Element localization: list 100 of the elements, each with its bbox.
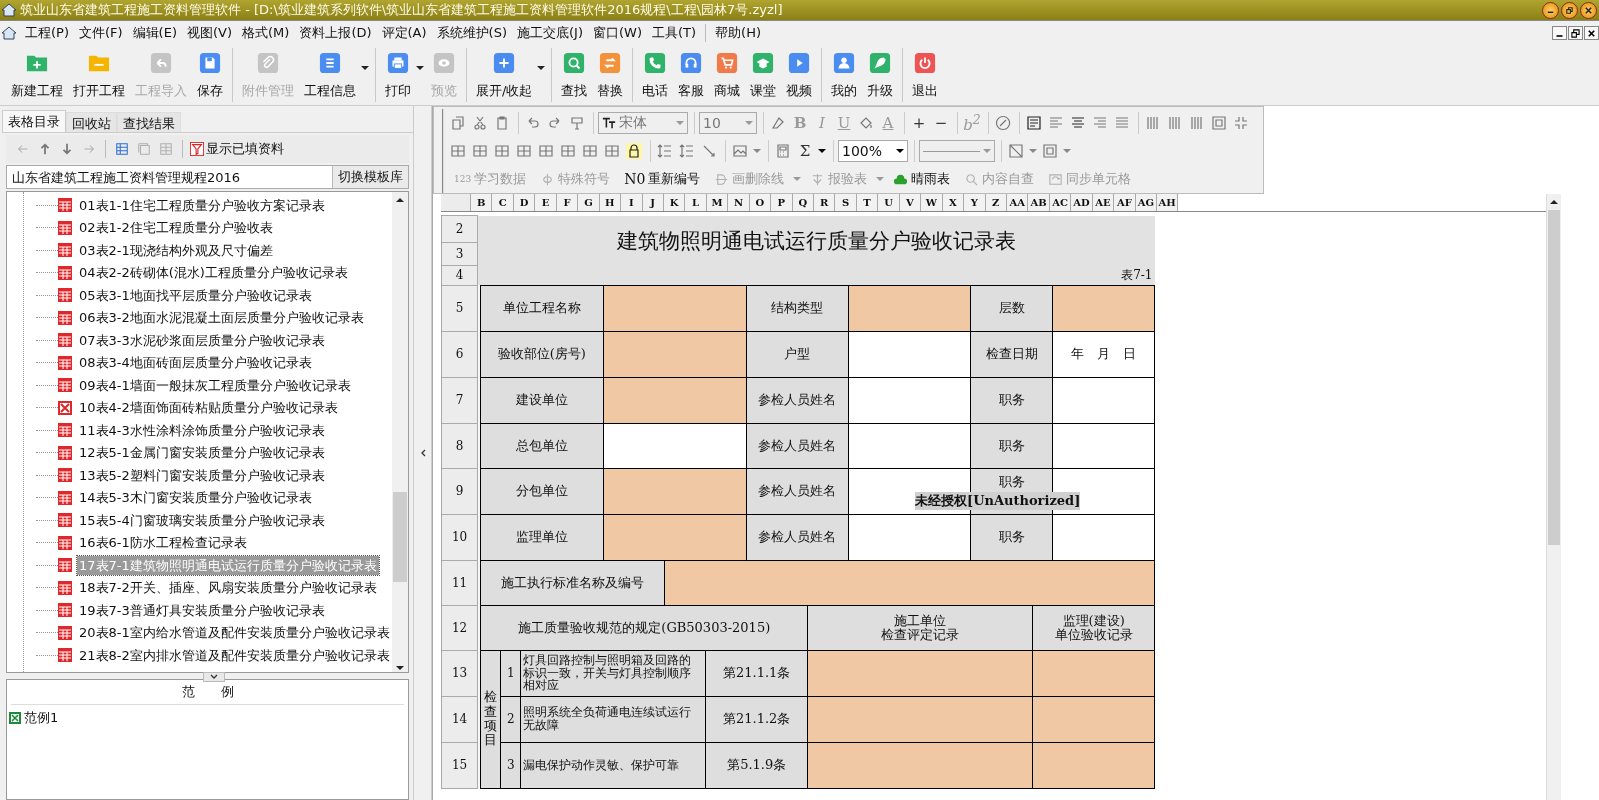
column-header[interactable]: AA xyxy=(1006,194,1029,211)
input-cell[interactable] xyxy=(603,285,747,331)
input-cell[interactable] xyxy=(1032,742,1155,788)
toolbar-button[interactable]: 查找 xyxy=(556,48,593,102)
tree-item[interactable]: 16表6-1防水工程检查记录表 xyxy=(77,533,249,553)
column-header[interactable]: R xyxy=(814,194,836,211)
input-cell[interactable] xyxy=(1052,423,1155,468)
row-header[interactable]: 10 xyxy=(441,514,478,560)
column-header[interactable]: O xyxy=(749,194,772,211)
menu-item[interactable]: 窗口(W) xyxy=(588,23,647,43)
input-cell[interactable] xyxy=(603,331,747,377)
zoom-dropdown[interactable]: 100% xyxy=(838,140,908,162)
column-header[interactable]: I xyxy=(621,194,643,211)
column-header[interactable]: T xyxy=(856,194,879,211)
tree-item[interactable]: 01表1-1住宅工程质量分户验收方案记录表 xyxy=(77,195,327,215)
menu-item[interactable]: 评定(A) xyxy=(376,23,432,43)
date-cell[interactable]: 年 月 日 xyxy=(1052,331,1155,377)
toolbar-button[interactable]: 退出 xyxy=(907,48,944,102)
row-header[interactable]: 14 xyxy=(441,696,478,742)
select-all-button[interactable] xyxy=(441,194,471,211)
collapse-button[interactable] xyxy=(203,672,225,682)
column-header[interactable]: P xyxy=(771,194,793,211)
column-header[interactable]: AD xyxy=(1071,194,1093,211)
vertical-scrollbar[interactable] xyxy=(1546,194,1561,800)
input-cell[interactable] xyxy=(848,377,971,423)
tree-item[interactable]: 13表5-2塑料门窗安装质量分户验收记录表 xyxy=(77,465,327,485)
minimize-button[interactable] xyxy=(1552,26,1567,40)
tree-item[interactable]: 20表8-1室内给水管道及配件安装质量分户验收记录表 xyxy=(77,623,392,643)
toolbar-button[interactable] xyxy=(1006,141,1026,161)
input-cell[interactable] xyxy=(848,423,971,468)
row-header[interactable]: 12 xyxy=(441,605,478,650)
toolbar-button[interactable]: 电话 xyxy=(637,48,674,102)
input-cell[interactable] xyxy=(807,742,1033,788)
row-header[interactable]: 13 xyxy=(441,650,478,696)
column-header[interactable]: W xyxy=(921,194,943,211)
row-header[interactable]: 7 xyxy=(441,377,478,423)
toolbar-button[interactable]: 客服 xyxy=(673,48,710,102)
tree-item[interactable]: 12表5-1金属门窗安装质量分户验收记录表 xyxy=(77,443,327,463)
row-header[interactable]: 5 xyxy=(441,285,478,331)
tab[interactable]: 回收站 xyxy=(66,112,117,132)
toolbar-button[interactable]: + xyxy=(909,113,929,133)
tree-item[interactable]: 08表3-4地面砖面层质量分户验收记录表 xyxy=(77,353,314,373)
example-item[interactable]: 范例1 xyxy=(24,709,59,727)
menu-item[interactable]: 资料上报(D) xyxy=(294,23,377,43)
tree-item[interactable]: 06表3-2地面水泥混凝土面层质量分户验收记录表 xyxy=(77,308,366,328)
tab[interactable]: 查找结果 xyxy=(117,112,181,132)
menu-item[interactable]: 施工交底(J) xyxy=(512,23,588,43)
input-cell[interactable] xyxy=(664,560,1155,605)
column-header[interactable]: K xyxy=(663,194,686,211)
column-header[interactable]: V xyxy=(899,194,922,211)
column-header[interactable]: AG xyxy=(1135,194,1157,211)
column-header[interactable]: D xyxy=(513,194,536,211)
column-header[interactable]: H xyxy=(599,194,622,211)
tree-item[interactable]: 09表4-1墙面一般抹灰工程质量分户验收记录表 xyxy=(77,375,353,395)
toolbar-button[interactable]: 打印 xyxy=(380,48,416,102)
input-cell[interactable] xyxy=(848,285,971,331)
column-header[interactable]: AH xyxy=(1157,194,1179,211)
vertical-scrollbar[interactable] xyxy=(392,192,408,672)
tree-item[interactable]: 05表3-1地面找平层质量分户验收记录表 xyxy=(77,285,314,305)
column-header[interactable]: AC xyxy=(1049,194,1072,211)
toolbar-button[interactable]: 商城 xyxy=(709,48,746,102)
row-header[interactable]: 15 xyxy=(441,742,478,788)
toolbar-button[interactable]: 新建工程 xyxy=(6,48,68,102)
column-header[interactable]: E xyxy=(535,194,557,211)
column-header[interactable]: Q xyxy=(792,194,814,211)
restore-button[interactable] xyxy=(1561,1,1578,19)
menu-item[interactable]: 文件(F) xyxy=(74,23,128,43)
toolbar-button[interactable] xyxy=(993,113,1013,133)
menu-item[interactable]: 工具(T) xyxy=(647,23,702,43)
input-cell[interactable] xyxy=(603,423,747,468)
menu-item[interactable]: 系统维护(S) xyxy=(431,23,512,43)
tree-item[interactable]: 10表4-2墙面饰面砖粘贴质量分户验收记录表 xyxy=(77,398,340,418)
input-cell[interactable] xyxy=(603,514,747,560)
sum-button[interactable]: Σ xyxy=(795,141,815,161)
input-cell[interactable] xyxy=(1032,650,1155,696)
column-header[interactable]: Z xyxy=(985,194,1007,211)
tree-item[interactable]: 14表5-3木门窗安装质量分户验收记录表 xyxy=(77,488,314,508)
toolbar-button[interactable]: 打开工程 xyxy=(68,48,130,102)
toolbar-button[interactable]: 课堂 xyxy=(745,48,782,102)
column-header[interactable]: AE xyxy=(1092,194,1115,211)
toolbar-button[interactable]: 工程信息 xyxy=(299,48,361,102)
column-header[interactable]: M xyxy=(706,194,729,211)
input-cell[interactable] xyxy=(848,514,971,560)
column-header[interactable]: S xyxy=(835,194,857,211)
column-header[interactable]: C xyxy=(492,194,514,211)
tree-item[interactable]: 21表8-2室内排水管道及配件安装质量分户验收记录表 xyxy=(77,645,392,665)
close-button[interactable] xyxy=(1580,1,1597,19)
input-cell[interactable] xyxy=(1052,514,1155,560)
input-cell[interactable] xyxy=(603,468,747,514)
row-header[interactable]: 11 xyxy=(441,560,478,605)
row-header[interactable]: 6 xyxy=(441,331,478,377)
scroll-thumb[interactable] xyxy=(393,492,407,582)
column-header[interactable]: Y xyxy=(964,194,986,211)
tree-item[interactable]: 11表4-3水性涂料涂饰质量分户验收记录表 xyxy=(77,420,327,440)
input-cell[interactable] xyxy=(1052,285,1155,331)
toolbar-button[interactable]: N0 重新编号 xyxy=(618,168,707,190)
toolbar-button[interactable]: 展开/收起 xyxy=(471,48,538,102)
toolbar-button[interactable] xyxy=(624,141,644,161)
toolbar-button[interactable]: 视频 xyxy=(781,48,818,102)
input-cell[interactable] xyxy=(848,331,971,377)
